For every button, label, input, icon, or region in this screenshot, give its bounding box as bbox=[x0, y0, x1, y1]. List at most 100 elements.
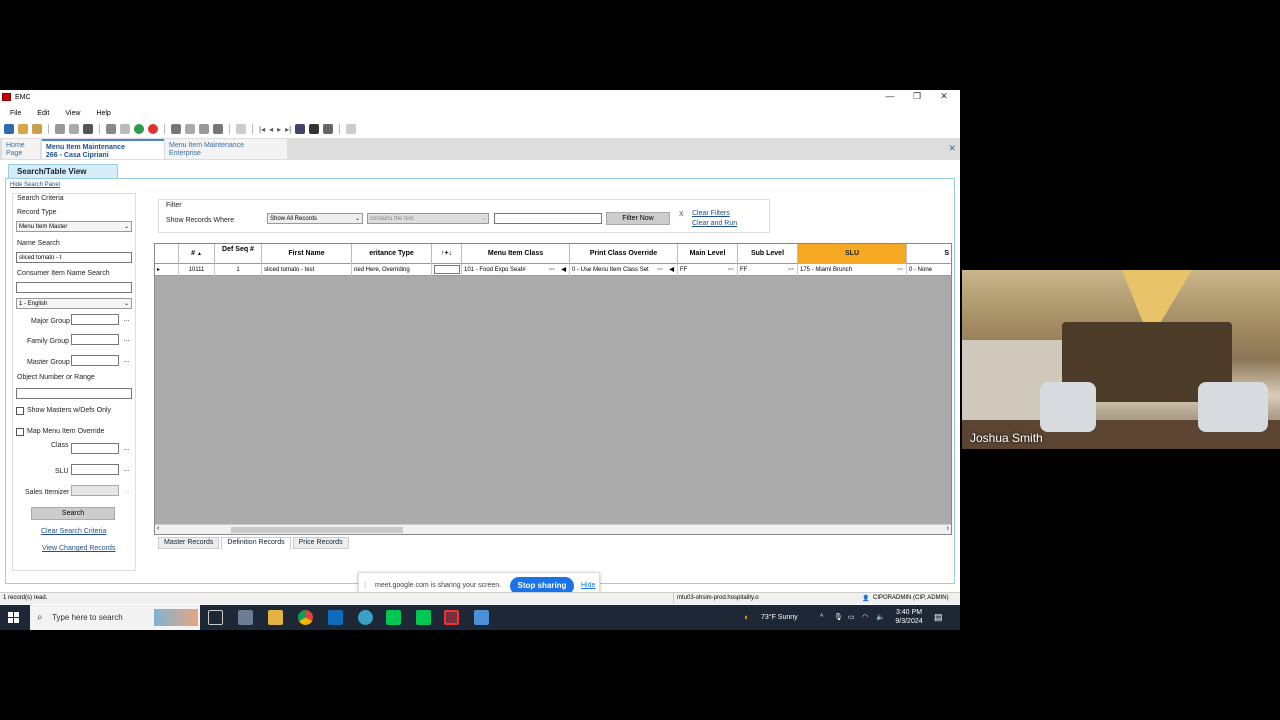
column-header-sub-level[interactable]: Sub Level bbox=[738, 244, 798, 264]
cell-inheritance-type[interactable]: ned Here, Overriding bbox=[352, 264, 432, 276]
browse-ellipsis-icon[interactable]: ··· bbox=[657, 264, 663, 276]
table-view-icon[interactable] bbox=[295, 124, 306, 134]
delete-record-icon[interactable] bbox=[148, 124, 158, 134]
tab-home-page[interactable]: Home Page bbox=[2, 139, 40, 159]
arrow-left-icon[interactable]: ◀ bbox=[669, 264, 674, 276]
open-folder-icon[interactable] bbox=[18, 124, 28, 134]
major-group-input[interactable] bbox=[71, 314, 119, 325]
windows-start-icon[interactable] bbox=[8, 612, 20, 624]
column-header-first-name[interactable]: First Name bbox=[262, 244, 352, 264]
master-group-browse-icon[interactable]: … bbox=[123, 357, 130, 364]
outlook-icon[interactable] bbox=[328, 610, 343, 625]
column-header-slu[interactable]: SLU bbox=[798, 244, 907, 264]
drag-handle-icon[interactable]: ⁞ bbox=[364, 581, 366, 590]
copy-icon[interactable] bbox=[171, 124, 181, 134]
notification-icon[interactable]: ▤ bbox=[934, 605, 943, 630]
clear-and-run-link[interactable]: Clear and Run bbox=[692, 220, 737, 227]
clear-filters-x-icon[interactable]: X bbox=[679, 211, 684, 218]
clear-filters-link[interactable]: Clear Filters bbox=[692, 210, 730, 217]
binoculars-icon[interactable] bbox=[309, 124, 320, 134]
oracle-icon[interactable] bbox=[444, 610, 459, 625]
globe-app-icon[interactable] bbox=[358, 610, 373, 625]
app-icon[interactable] bbox=[238, 610, 253, 625]
menu-help[interactable]: Help bbox=[86, 108, 116, 120]
hide-share-bar-link[interactable]: Hide bbox=[581, 582, 595, 589]
layout-icon[interactable] bbox=[346, 124, 357, 134]
view-changed-records-link[interactable]: View Changed Records bbox=[42, 545, 115, 552]
tab-definition-records[interactable]: Definition Records bbox=[221, 537, 291, 549]
find-next-icon[interactable] bbox=[323, 124, 334, 134]
search-table-view-tab[interactable]: Search/Table View bbox=[8, 164, 118, 178]
arrow-left-icon[interactable]: ◀ bbox=[561, 264, 566, 276]
wifi-icon[interactable]: ◠ bbox=[862, 605, 868, 630]
master-group-input[interactable] bbox=[71, 355, 119, 366]
cell-print-class-override[interactable]: 0 - Use Menu Item Class Set ··· ◀ bbox=[570, 264, 678, 276]
slu-browse-icon[interactable]: … bbox=[123, 466, 130, 473]
scroll-right-icon[interactable]: › bbox=[947, 525, 949, 532]
browse-ellipsis-icon[interactable]: ··· bbox=[728, 264, 734, 276]
object-number-input[interactable] bbox=[16, 388, 132, 399]
cell-reorder-input[interactable] bbox=[434, 264, 460, 274]
browse-ellipsis-icon[interactable]: ··· bbox=[897, 264, 903, 276]
menu-edit[interactable]: Edit bbox=[27, 108, 55, 120]
grid-icon[interactable] bbox=[236, 124, 246, 134]
weather-text[interactable]: 73°F Sunny bbox=[761, 605, 798, 630]
filter-text-input[interactable] bbox=[494, 213, 602, 224]
menu-file[interactable]: File bbox=[0, 108, 27, 120]
chrome-icon[interactable] bbox=[298, 610, 313, 625]
scroll-left-icon[interactable]: ‹ bbox=[157, 525, 159, 532]
hide-search-panel-link[interactable]: Hide Search Panel bbox=[10, 182, 60, 188]
consumer-item-name-input[interactable] bbox=[16, 282, 132, 293]
file-explorer-icon[interactable] bbox=[268, 610, 283, 625]
sage-icon[interactable] bbox=[416, 610, 431, 625]
name-search-input[interactable]: sliced tomato - t bbox=[16, 252, 132, 263]
record-type-select[interactable]: Menu Item Master ⌄ bbox=[16, 221, 132, 232]
column-header-main-level[interactable]: Main Level bbox=[678, 244, 738, 264]
add-record-icon[interactable] bbox=[134, 124, 144, 134]
table-row[interactable]: ▸ 10111 1 sliced tomato - test ned Here,… bbox=[155, 264, 951, 276]
preview-icon[interactable] bbox=[55, 124, 65, 134]
close-window-button[interactable]: ✕ bbox=[931, 90, 957, 104]
column-header-reorder[interactable]: ↑+↓ bbox=[432, 244, 462, 264]
family-group-input[interactable] bbox=[71, 334, 119, 345]
minimize-button[interactable]: — bbox=[877, 90, 903, 104]
folder-tree-icon[interactable] bbox=[32, 124, 42, 134]
network-app-icon[interactable] bbox=[474, 610, 489, 625]
clear-search-criteria-link[interactable]: Clear Search Criteria bbox=[41, 528, 106, 535]
map-override-checkbox[interactable] bbox=[16, 428, 24, 436]
cell-s[interactable]: 0 - None bbox=[907, 264, 951, 276]
class-browse-icon[interactable]: … bbox=[123, 445, 130, 452]
column-header-s[interactable]: S bbox=[907, 244, 951, 264]
volume-icon[interactable]: 🔈 bbox=[876, 605, 885, 630]
show-records-select[interactable]: Show All Records ⌄ bbox=[267, 213, 363, 224]
cell-def-seq[interactable]: 1 bbox=[215, 264, 262, 276]
refresh-icon[interactable] bbox=[4, 124, 14, 134]
save-icon[interactable] bbox=[106, 124, 116, 134]
chevron-up-icon[interactable]: ^ bbox=[820, 605, 823, 630]
menu-view[interactable]: View bbox=[55, 108, 86, 120]
save-all-icon[interactable] bbox=[120, 124, 130, 134]
tab-menu-item-maintenance-casa-cipriani[interactable]: Menu Item Maintenance 266 - Casa Ciprian… bbox=[42, 139, 164, 159]
tab-master-records[interactable]: Master Records bbox=[158, 537, 220, 549]
restore-button[interactable]: ❐ bbox=[904, 90, 930, 104]
document-icon[interactable] bbox=[69, 124, 79, 134]
cell-sub-level[interactable]: FF ··· bbox=[738, 264, 798, 276]
major-group-browse-icon[interactable]: … bbox=[123, 316, 130, 323]
browse-ellipsis-icon[interactable]: ··· bbox=[788, 264, 794, 276]
first-record-icon[interactable]: |◂ bbox=[259, 125, 265, 134]
column-header-inheritance-type[interactable]: eritance Type bbox=[352, 244, 432, 264]
cell-first-name[interactable]: sliced tomato - test bbox=[262, 264, 352, 276]
cell-reorder[interactable] bbox=[432, 264, 462, 276]
cell-main-level[interactable]: FF ··· bbox=[678, 264, 738, 276]
close-tab-icon[interactable]: ✕ bbox=[948, 143, 956, 154]
family-group-browse-icon[interactable]: … bbox=[123, 336, 130, 343]
filter-now-button[interactable]: Filter Now bbox=[606, 212, 670, 225]
language-select[interactable]: 1 - English ⌄ bbox=[16, 298, 132, 309]
taskbar-search-box[interactable]: ⌕ Type here to search bbox=[30, 605, 200, 630]
microphone-icon[interactable]: 🎙 bbox=[834, 605, 843, 630]
cell-number[interactable]: 10111 bbox=[179, 264, 215, 276]
browse-ellipsis-icon[interactable]: ··· bbox=[549, 264, 555, 276]
class-input[interactable] bbox=[71, 443, 119, 454]
next-record-icon[interactable]: ▸ bbox=[277, 125, 281, 134]
paste-icon[interactable] bbox=[213, 124, 223, 134]
